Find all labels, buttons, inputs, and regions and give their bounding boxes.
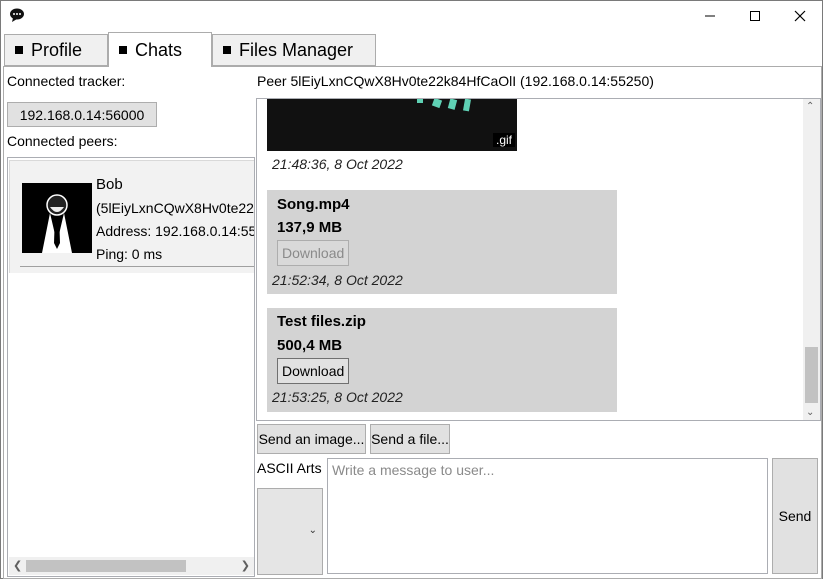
minimize-icon — [705, 15, 715, 17]
download-button[interactable]: Download — [277, 240, 350, 266]
avatar — [22, 183, 92, 253]
close-button[interactable] — [777, 1, 823, 31]
message-timestamp: 21:52:34, 8 Oct 2022 — [272, 272, 403, 288]
tab-files-manager[interactable]: Files Manager — [212, 34, 376, 66]
gif-badge: .gif — [492, 133, 515, 147]
peer-ping: Ping: 0 ms — [96, 246, 163, 262]
bullet-icon — [223, 46, 231, 54]
file-message: Test files.zip 500,4 MB Download 21:53:2… — [267, 308, 617, 412]
file-message: Song.mp4 137,9 MB Download 21:52:34, 8 O… — [267, 190, 617, 294]
horizontal-scrollbar[interactable]: ❮ ❯ — [9, 557, 254, 575]
chat-bubbles-icon — [9, 7, 27, 25]
scrollbar-thumb[interactable] — [26, 560, 186, 572]
tracker-label: Connected tracker: — [7, 73, 126, 89]
chevron-left-icon[interactable]: ❮ — [13, 559, 22, 572]
chevron-up-icon[interactable]: ⌃ — [806, 101, 814, 112]
divider — [20, 266, 254, 267]
send-file-button[interactable]: Send a file... — [370, 424, 450, 454]
chat-peer-header: Peer 5lEiyLxnCQwX8Hv0te22k84HfCaOlI (192… — [257, 73, 654, 89]
ascii-arts-select[interactable]: ⌄ — [257, 488, 323, 575]
bullet-icon — [15, 46, 23, 54]
tab-bar: Profile Chats Files Manager — [1, 32, 822, 67]
chevron-down-icon[interactable]: ⌄ — [806, 407, 814, 418]
ascii-arts-label: ASCII Arts — [257, 460, 322, 476]
send-button[interactable]: Send — [772, 458, 818, 574]
vertical-scrollbar[interactable]: ⌃ ⌄ — [803, 99, 820, 420]
maximize-icon — [750, 11, 760, 21]
message-input[interactable]: Write a message to user... — [327, 458, 768, 574]
tab-label: Files Manager — [239, 39, 354, 60]
tab-label: Chats — [135, 39, 183, 60]
bullet-icon — [119, 46, 127, 54]
tab-label: Profile — [31, 39, 83, 60]
tab-profile[interactable]: Profile — [4, 34, 108, 66]
chevron-down-icon: ⌄ — [308, 525, 317, 536]
file-name: Test files.zip — [277, 313, 366, 330]
peer-name: Bob — [96, 176, 123, 193]
chevron-right-icon[interactable]: ❯ — [241, 559, 250, 572]
tab-chats[interactable]: Chats — [108, 32, 212, 67]
title-bar — [1, 1, 822, 31]
minimize-button[interactable] — [687, 1, 733, 31]
maximize-button[interactable] — [732, 1, 778, 31]
download-button[interactable]: Download — [277, 358, 350, 384]
close-icon — [794, 10, 806, 22]
message-timestamp: 21:48:36, 8 Oct 2022 — [272, 156, 403, 172]
scrollbar-thumb[interactable] — [805, 347, 818, 403]
send-image-button[interactable]: Send an image... — [257, 424, 366, 454]
file-size: 500,4 MB — [277, 337, 343, 354]
peer-id: (5lEiyLxnCQwX8Hv0te22k84 — [96, 200, 254, 216]
file-name: Song.mp4 — [277, 196, 350, 213]
peer-card[interactable]: Bob (5lEiyLxnCQwX8Hv0te22k84 Address: 19… — [9, 160, 255, 273]
message-timestamp: 21:53:25, 8 Oct 2022 — [272, 389, 403, 405]
file-size: 137,9 MB — [277, 219, 343, 236]
app-window: Profile Chats Files Manager Connected tr… — [0, 0, 823, 579]
tracker-address-button[interactable]: 192.168.0.14:56000 — [7, 102, 157, 127]
chat-messages[interactable]: .gif 21:48:36, 8 Oct 2022 Song.mp4 137,9… — [256, 98, 821, 421]
peers-label: Connected peers: — [7, 133, 118, 149]
peer-address: Address: 192.168.0.14:55250 — [96, 223, 255, 239]
gif-message-image[interactable]: .gif — [267, 99, 517, 151]
peers-list[interactable]: Bob (5lEiyLxnCQwX8Hv0te22k84 Address: 19… — [7, 157, 255, 577]
